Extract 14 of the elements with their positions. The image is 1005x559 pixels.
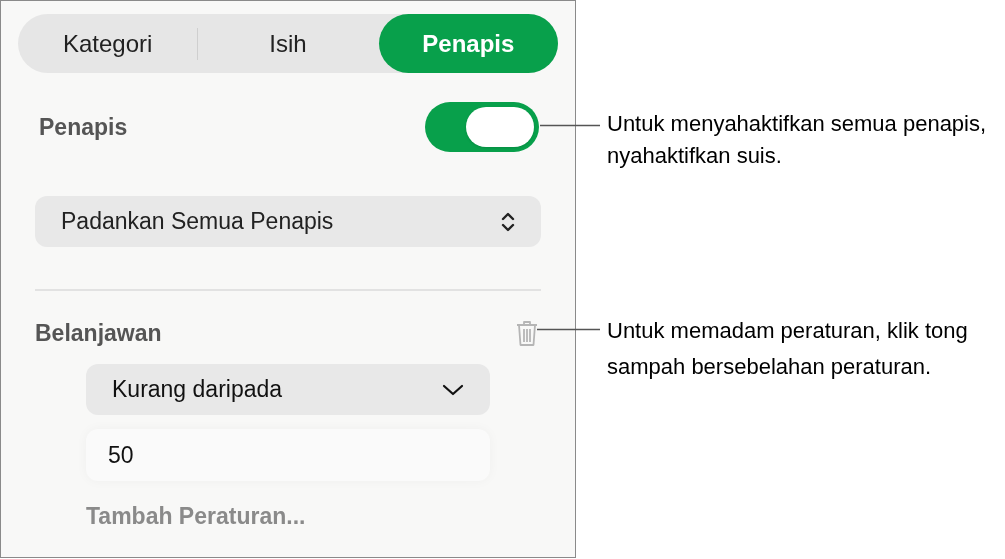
leader-line (540, 124, 600, 127)
filter-switch[interactable] (425, 102, 539, 152)
trash-icon[interactable] (516, 319, 538, 347)
leader-line (537, 328, 600, 331)
tab[interactable]: Kategori (18, 14, 198, 73)
tab[interactable]: Isih (198, 14, 378, 73)
rule-title: Belanjawan (35, 318, 162, 348)
value-field[interactable]: 50 (86, 429, 490, 481)
callout-text: Untuk menyahaktifkan semua penapis, nyahaktifkan suis. (607, 110, 988, 170)
match-popup[interactable]: Padankan Semua Penapis (35, 196, 541, 247)
condition-dropdown[interactable]: Kurang daripada (86, 364, 490, 415)
callout-text: Untuk memadam peraturan, klik tong sampah bersebelahan peraturan. (607, 317, 969, 381)
filter-label: Penapis (39, 112, 128, 142)
chevron-down-icon (442, 382, 464, 397)
